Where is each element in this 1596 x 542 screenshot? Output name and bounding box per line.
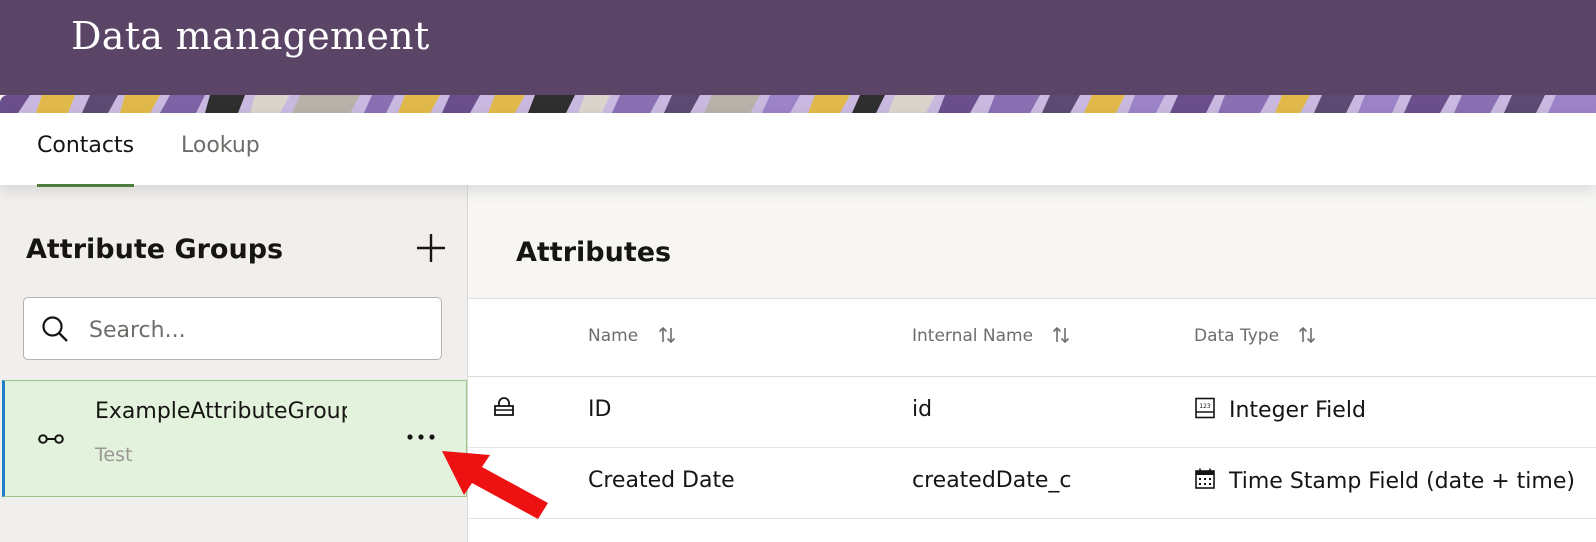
search-input[interactable]	[87, 310, 421, 350]
tab-lookup[interactable]: Lookup	[181, 133, 260, 170]
annotation-arrow-icon	[442, 451, 548, 519]
app-header: Data management	[0, 0, 1596, 95]
column-header-data-type[interactable]: Data Type	[1194, 326, 1316, 346]
sort-icon	[1053, 326, 1070, 344]
table-header: Name Internal Name Data Type	[468, 299, 1596, 377]
cell-data-type: Time Stamp Field (date + time)	[1194, 468, 1575, 494]
column-header-label: Name	[588, 326, 639, 346]
data-type-label: Integer Field	[1229, 398, 1366, 423]
more-options-button[interactable]	[403, 425, 439, 449]
integer-field-icon: 123	[1195, 397, 1215, 419]
attributes-title: Attributes	[516, 237, 672, 268]
column-header-internal-name[interactable]: Internal Name	[912, 326, 1070, 346]
attributes-header: Attributes	[468, 185, 1596, 299]
cell-name: ID	[588, 397, 612, 422]
tab-bar: Contacts Lookup	[0, 113, 1596, 187]
attribute-group-description: Test	[95, 444, 133, 466]
table-row[interactable]: Created Date createdDate_c Time Stamp Fi…	[468, 448, 1596, 519]
data-type-label: Time Stamp Field (date + time)	[1229, 469, 1575, 494]
banner-pattern	[0, 95, 1596, 113]
attribute-group-name: ExampleAttributeGroup	[95, 399, 347, 424]
attribute-groups-panel: Attribute Groups ExampleAttributeGroup T…	[0, 185, 468, 542]
attribute-group-item[interactable]: ExampleAttributeGroup Test	[2, 380, 467, 497]
column-header-label: Internal Name	[912, 326, 1034, 346]
column-header-label: Data Type	[1194, 326, 1280, 346]
cell-internal-name: id	[912, 397, 933, 422]
table-row[interactable]: ID id 123 Integer Field	[468, 377, 1596, 448]
add-attribute-group-button[interactable]	[415, 232, 447, 264]
column-header-name[interactable]: Name	[588, 326, 676, 346]
sort-icon	[1299, 326, 1316, 344]
attribute-groups-title: Attribute Groups	[26, 234, 284, 265]
key-icon	[38, 434, 64, 444]
search-icon	[42, 316, 68, 342]
decorative-banner	[0, 95, 1596, 113]
tab-contacts[interactable]: Contacts	[37, 133, 135, 187]
cell-internal-name: createdDate_c	[912, 468, 1072, 493]
attributes-panel: Attributes Name Internal Name Data Type	[468, 185, 1596, 542]
cell-data-type: 123 Integer Field	[1194, 397, 1366, 423]
cell-name: Created Date	[588, 468, 735, 493]
plus-icon	[417, 234, 445, 262]
more-options-icon	[407, 434, 435, 440]
search-field[interactable]	[23, 297, 442, 360]
sort-icon	[658, 326, 675, 344]
calendar-icon	[1195, 468, 1215, 489]
svg-text:123: 123	[1199, 403, 1211, 410]
lock-icon	[494, 397, 514, 416]
page-title: Data management	[71, 14, 430, 58]
